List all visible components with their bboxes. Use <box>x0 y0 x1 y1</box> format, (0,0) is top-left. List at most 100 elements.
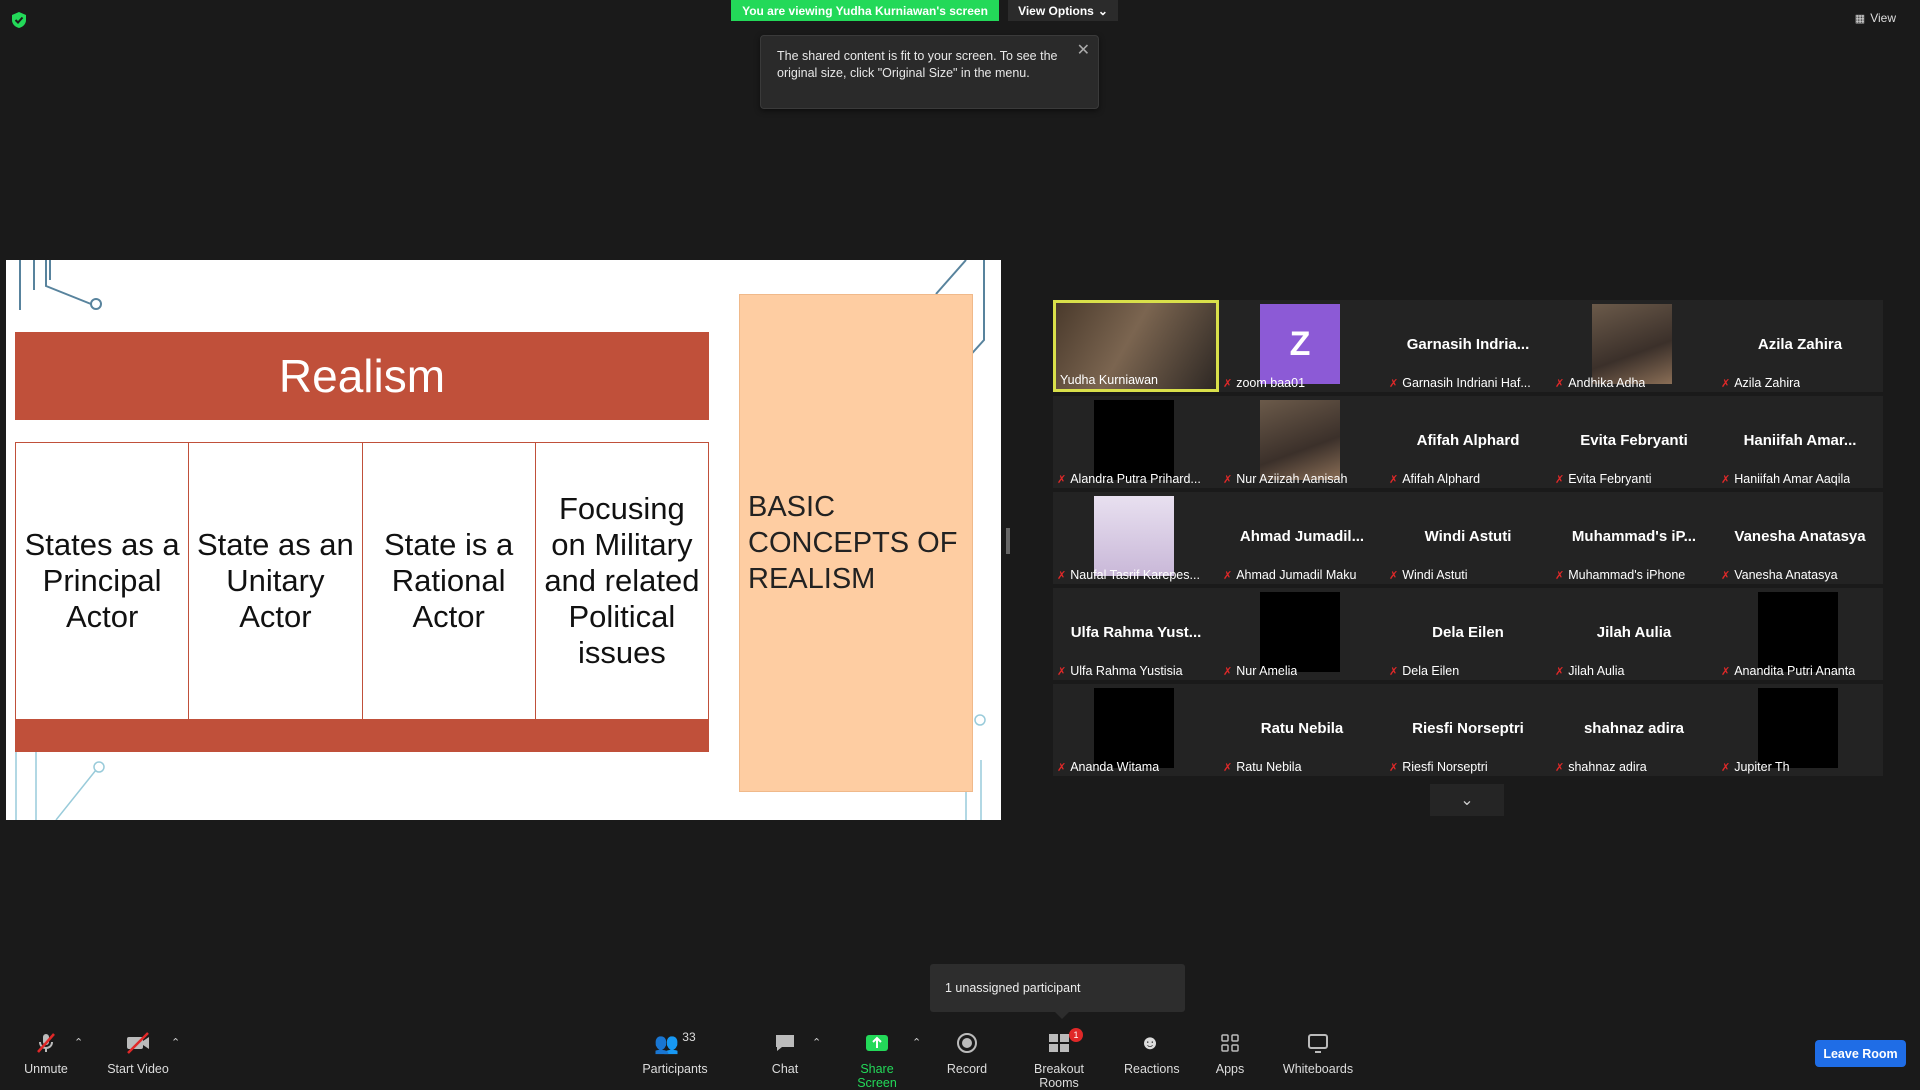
participant-tile[interactable]: ✗ Andhika Adha <box>1551 300 1717 392</box>
participant-tile[interactable]: Muhammad's iP... ✗ Muhammad's iPhone <box>1551 492 1717 584</box>
participant-label-text: Alandra Putra Prihard... <box>1070 472 1201 486</box>
participant-label: ✗ Muhammad's iPhone <box>1555 568 1685 582</box>
participant-label-text: Anandita Putri Ananta <box>1734 664 1856 678</box>
participant-label: ✗ Windi Astuti <box>1389 568 1468 582</box>
profile-photo <box>1094 496 1174 576</box>
participant-name: Ulfa Rahma Yust... <box>1070 624 1202 641</box>
leave-room-button[interactable]: Leave Room <box>1815 1040 1906 1067</box>
smiley-icon: ☻ <box>1139 1031 1161 1054</box>
audio-options-caret-icon[interactable]: ⌃ <box>74 1036 83 1049</box>
participant-tile[interactable]: ✗ Jupiter Th <box>1717 684 1883 776</box>
video-off-icon <box>105 1030 171 1056</box>
concept-cell: States as a Principal Actor <box>16 443 190 719</box>
participant-name: Ratu Nebila <box>1260 720 1344 737</box>
participant-label-text: Yudha Kurniawan <box>1060 373 1158 387</box>
participant-label: ✗ Nur Aziizah Aanisah <box>1223 472 1347 486</box>
participant-tile[interactable]: Yudha Kurniawan <box>1053 300 1219 392</box>
participants-button[interactable]: 👥 33 Participants <box>640 1030 710 1076</box>
participant-tile[interactable]: Afifah Alphard ✗ Afifah Alphard <box>1385 396 1551 488</box>
participant-label-text: Garnasih Indriani Haf... <box>1402 376 1531 390</box>
participant-tile[interactable]: Garnasih Indria... ✗ Garnasih Indriani Haf… <box>1385 300 1551 392</box>
mic-muted-icon: ✗ <box>1555 473 1565 486</box>
mic-muted-icon: ✗ <box>1721 665 1731 678</box>
participant-tile[interactable]: Vanesha Anatasya ✗ Vanesha Anatasya <box>1717 492 1883 584</box>
unmute-button[interactable]: Unmute <box>20 1030 72 1076</box>
participant-tile[interactable]: ✗ Alandra Putra Prihard... <box>1053 396 1219 488</box>
reactions-button[interactable]: ☻ Reactions <box>1124 1030 1180 1077</box>
participant-tile[interactable]: Ulfa Rahma Yust... ✗ Ulfa Rahma Yustisia <box>1053 588 1219 680</box>
participant-tile[interactable]: ✗ Naufal Tasrif Karepes... <box>1053 492 1219 584</box>
participant-label: ✗ Ananda Witama <box>1057 760 1159 774</box>
gallery-next-page-button[interactable]: ⌄ <box>1430 784 1504 816</box>
participant-tile[interactable]: Dela Eilen ✗ Dela Eilen <box>1385 588 1551 680</box>
share-screen-label: Share Screen <box>857 1062 897 1090</box>
concepts-table: States as a Principal Actor State as an … <box>15 442 709 720</box>
participant-tile[interactable]: Z ✗ zoom baa01 <box>1219 300 1385 392</box>
mic-muted-icon: ✗ <box>1555 569 1565 582</box>
participant-label-text: Jilah Aulia <box>1568 664 1625 678</box>
chevron-down-icon: ⌄ <box>1097 3 1108 18</box>
mic-muted-icon <box>20 1030 72 1056</box>
participant-tile[interactable]: Riesfi Norseptri ✗ Riesfi Norseptri <box>1385 684 1551 776</box>
chevron-down-icon: ⌄ <box>1460 792 1474 809</box>
video-feed <box>1094 688 1174 768</box>
whiteboard-icon <box>1280 1030 1356 1056</box>
participant-label: ✗ Ulfa Rahma Yustisia <box>1057 664 1183 678</box>
participant-label-text: Evita Febryanti <box>1568 472 1652 486</box>
chat-button[interactable]: Chat <box>765 1030 805 1076</box>
participant-label-text: Windi Astuti <box>1402 568 1468 582</box>
mic-muted-icon: ✗ <box>1057 761 1067 774</box>
participant-label: ✗ Afifah Alphard <box>1389 472 1480 486</box>
participant-tile[interactable]: Ahmad Jumadil... ✗ Ahmad Jumadil Maku <box>1219 492 1385 584</box>
participant-label-text: Afifah Alphard <box>1402 472 1481 486</box>
share-screen-button[interactable]: Share Screen <box>840 1030 914 1090</box>
apps-button[interactable]: Apps <box>1210 1030 1250 1076</box>
participant-tile[interactable]: shahnaz adira ✗ shahnaz adira <box>1551 684 1717 776</box>
participant-label-text: Muhammad's iPhone <box>1568 568 1686 582</box>
unassigned-participant-popover[interactable]: 1 unassigned participant <box>930 964 1185 1019</box>
view-button[interactable]: ▦ View <box>1855 11 1896 25</box>
participant-label-text: shahnaz adira <box>1568 760 1647 774</box>
participant-tile[interactable]: Azila Zahira ✗ Azila Zahira <box>1717 300 1883 392</box>
mic-muted-icon: ✗ <box>1721 377 1731 390</box>
participant-label: ✗ Evita Febryanti <box>1555 472 1652 486</box>
participant-tile[interactable]: ✗ Nur Amelia <box>1219 588 1385 680</box>
participant-name: Haniifah Amar... <box>1743 432 1857 449</box>
participant-tile[interactable]: ✗ Anandita Putri Ananta <box>1717 588 1883 680</box>
view-options-label: View Options <box>1018 3 1094 18</box>
mic-muted-icon: ✗ <box>1389 665 1399 678</box>
video-feed <box>1758 592 1838 672</box>
participant-label: ✗ Alandra Putra Prihard... <box>1057 472 1201 486</box>
view-options-button[interactable]: View Options ⌄ <box>1008 0 1118 21</box>
participant-tile[interactable]: Windi Astuti ✗ Windi Astuti <box>1385 492 1551 584</box>
share-options-caret-icon[interactable]: ⌃ <box>912 1036 921 1049</box>
apps-icon <box>1210 1030 1250 1056</box>
participant-tile[interactable]: Evita Febryanti ✗ Evita Febryanti <box>1551 396 1717 488</box>
security-shield-icon[interactable] <box>10 11 28 29</box>
participant-label-text: Nur Amelia <box>1236 664 1298 678</box>
participant-tile[interactable]: Haniifah Amar... ✗ Haniifah Amar Aaqila <box>1717 396 1883 488</box>
profile-photo <box>1260 400 1340 480</box>
record-button[interactable]: Record <box>946 1030 988 1076</box>
participant-tile[interactable]: ✗ Ananda Witama <box>1053 684 1219 776</box>
close-icon[interactable]: ✕ <box>1077 40 1090 60</box>
participant-label: ✗ Riesfi Norseptri <box>1389 760 1488 774</box>
participant-tile[interactable]: Ratu Nebila ✗ Ratu Nebila <box>1219 684 1385 776</box>
resize-handle[interactable] <box>1006 528 1010 554</box>
whiteboards-button[interactable]: Whiteboards <box>1280 1030 1356 1076</box>
breakout-rooms-button[interactable]: 1 Breakout Rooms <box>1013 1028 1105 1090</box>
viewing-banner: You are viewing Yudha Kurniawan's screen <box>731 0 999 21</box>
participant-tile[interactable]: Jilah Aulia ✗ Jilah Aulia <box>1551 588 1717 680</box>
participant-name: shahnaz adira <box>1583 720 1685 737</box>
start-video-button[interactable]: Start Video <box>105 1030 171 1076</box>
participant-tile[interactable]: ✗ Nur Aziizah Aanisah <box>1219 396 1385 488</box>
mic-muted-icon: ✗ <box>1721 761 1731 774</box>
record-label: Record <box>946 1062 988 1076</box>
share-screen-icon <box>840 1030 914 1056</box>
chat-options-caret-icon[interactable]: ⌃ <box>812 1036 821 1049</box>
video-options-caret-icon[interactable]: ⌃ <box>171 1036 180 1049</box>
participant-label: ✗ Andhika Adha <box>1555 376 1645 390</box>
participant-label: ✗ zoom baa01 <box>1223 376 1305 390</box>
participant-label-text: Azila Zahira <box>1734 376 1801 390</box>
participant-label: ✗ Garnasih Indriani Haf... <box>1389 376 1531 390</box>
